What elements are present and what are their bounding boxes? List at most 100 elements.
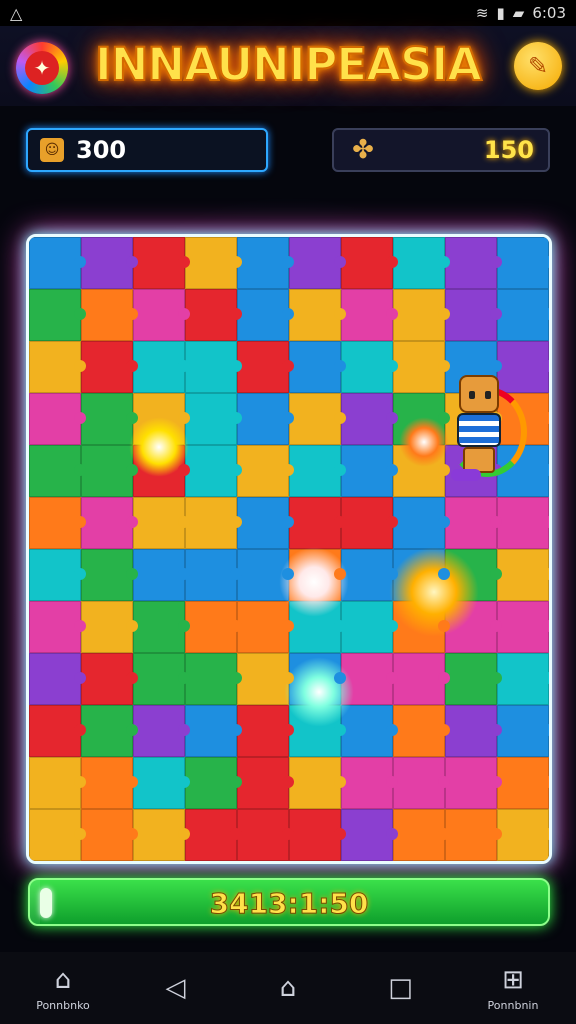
- puzzle-piece[interactable]: [29, 549, 86, 601]
- puzzle-piece[interactable]: [341, 445, 398, 497]
- puzzle-piece[interactable]: [81, 601, 138, 653]
- puzzle-piece[interactable]: [393, 601, 450, 653]
- puzzle-piece[interactable]: [29, 497, 86, 549]
- puzzle-piece[interactable]: [81, 497, 138, 549]
- puzzle-piece[interactable]: [341, 809, 398, 861]
- puzzle-piece[interactable]: [445, 497, 502, 549]
- puzzle-piece[interactable]: [133, 601, 190, 653]
- puzzle-piece[interactable]: [497, 809, 549, 861]
- puzzle-piece[interactable]: [341, 393, 398, 445]
- puzzle-piece[interactable]: [133, 289, 190, 341]
- puzzle-piece[interactable]: [289, 705, 346, 757]
- puzzle-piece[interactable]: [445, 653, 502, 705]
- puzzle-piece[interactable]: [289, 341, 346, 393]
- puzzle-piece[interactable]: [133, 549, 190, 601]
- puzzle-piece[interactable]: [29, 341, 86, 393]
- puzzle-piece[interactable]: [497, 601, 549, 653]
- puzzle-piece[interactable]: [445, 705, 502, 757]
- puzzle-piece[interactable]: [237, 289, 294, 341]
- puzzle-piece[interactable]: [393, 393, 450, 445]
- puzzle-piece[interactable]: [185, 809, 242, 861]
- puzzle-piece[interactable]: [133, 237, 190, 289]
- puzzle-piece[interactable]: [185, 393, 242, 445]
- puzzle-piece[interactable]: [341, 757, 398, 809]
- puzzle-piece[interactable]: [29, 653, 86, 705]
- nav-back-button[interactable]: ◁: [133, 973, 219, 1003]
- puzzle-piece[interactable]: [81, 757, 138, 809]
- nav-item-home[interactable]: ⌂ Ponnbnko: [20, 965, 106, 1012]
- puzzle-piece[interactable]: [497, 497, 549, 549]
- puzzle-piece[interactable]: [341, 497, 398, 549]
- puzzle-piece[interactable]: [393, 705, 450, 757]
- puzzle-piece[interactable]: [445, 601, 502, 653]
- puzzle-piece[interactable]: [81, 393, 138, 445]
- puzzle-piece[interactable]: [185, 445, 242, 497]
- puzzle-piece[interactable]: [341, 653, 398, 705]
- puzzle-piece[interactable]: [185, 705, 242, 757]
- puzzle-piece[interactable]: [393, 237, 450, 289]
- puzzle-piece[interactable]: [393, 289, 450, 341]
- puzzle-piece[interactable]: [81, 289, 138, 341]
- puzzle-piece[interactable]: [185, 497, 242, 549]
- puzzle-piece[interactable]: [133, 393, 190, 445]
- puzzle-piece[interactable]: [497, 653, 549, 705]
- puzzle-piece[interactable]: [341, 705, 398, 757]
- puzzle-piece[interactable]: [185, 341, 242, 393]
- puzzle-piece[interactable]: [237, 653, 294, 705]
- puzzle-piece[interactable]: [445, 237, 502, 289]
- puzzle-piece[interactable]: [29, 601, 86, 653]
- puzzle-grid[interactable]: [29, 237, 549, 861]
- puzzle-piece[interactable]: [133, 809, 190, 861]
- puzzle-piece[interactable]: [393, 445, 450, 497]
- nav-recents-button[interactable]: □: [358, 973, 444, 1003]
- puzzle-piece[interactable]: [81, 237, 138, 289]
- puzzle-piece[interactable]: [289, 237, 346, 289]
- puzzle-piece[interactable]: [289, 445, 346, 497]
- puzzle-piece[interactable]: [237, 393, 294, 445]
- puzzle-piece[interactable]: [497, 237, 549, 289]
- puzzle-piece[interactable]: [445, 809, 502, 861]
- puzzle-piece[interactable]: [133, 653, 190, 705]
- puzzle-piece[interactable]: [393, 809, 450, 861]
- game-logo-button[interactable]: ✦: [16, 42, 68, 94]
- puzzle-piece[interactable]: [289, 757, 346, 809]
- puzzle-piece[interactable]: [29, 705, 86, 757]
- puzzle-piece[interactable]: [81, 445, 138, 497]
- puzzle-piece[interactable]: [393, 341, 450, 393]
- puzzle-piece[interactable]: [81, 653, 138, 705]
- puzzle-piece[interactable]: [341, 237, 398, 289]
- puzzle-piece[interactable]: [289, 497, 346, 549]
- puzzle-piece[interactable]: [185, 289, 242, 341]
- puzzle-piece[interactable]: [133, 445, 190, 497]
- puzzle-piece[interactable]: [237, 497, 294, 549]
- nav-item-gift[interactable]: ⊞ Ponnbnin: [470, 965, 556, 1012]
- puzzle-piece[interactable]: [185, 653, 242, 705]
- puzzle-piece[interactable]: [185, 757, 242, 809]
- game-character[interactable]: [447, 367, 527, 487]
- puzzle-piece[interactable]: [81, 705, 138, 757]
- puzzle-piece[interactable]: [81, 341, 138, 393]
- puzzle-board[interactable]: [26, 234, 552, 864]
- puzzle-piece[interactable]: [289, 601, 346, 653]
- puzzle-piece[interactable]: [445, 289, 502, 341]
- puzzle-piece[interactable]: [81, 549, 138, 601]
- puzzle-piece[interactable]: [341, 549, 398, 601]
- puzzle-piece[interactable]: [445, 549, 502, 601]
- puzzle-piece[interactable]: [497, 705, 549, 757]
- puzzle-piece[interactable]: [341, 289, 398, 341]
- puzzle-piece[interactable]: [289, 289, 346, 341]
- puzzle-piece[interactable]: [341, 601, 398, 653]
- puzzle-piece[interactable]: [237, 445, 294, 497]
- puzzle-piece[interactable]: [29, 289, 86, 341]
- puzzle-piece[interactable]: [445, 757, 502, 809]
- puzzle-piece[interactable]: [237, 809, 294, 861]
- puzzle-piece[interactable]: [237, 549, 294, 601]
- puzzle-piece[interactable]: [237, 341, 294, 393]
- puzzle-piece[interactable]: [289, 549, 346, 601]
- puzzle-piece[interactable]: [29, 757, 86, 809]
- puzzle-piece[interactable]: [29, 445, 86, 497]
- puzzle-piece[interactable]: [133, 705, 190, 757]
- puzzle-piece[interactable]: [133, 757, 190, 809]
- puzzle-piece[interactable]: [289, 653, 346, 705]
- puzzle-piece[interactable]: [29, 237, 86, 289]
